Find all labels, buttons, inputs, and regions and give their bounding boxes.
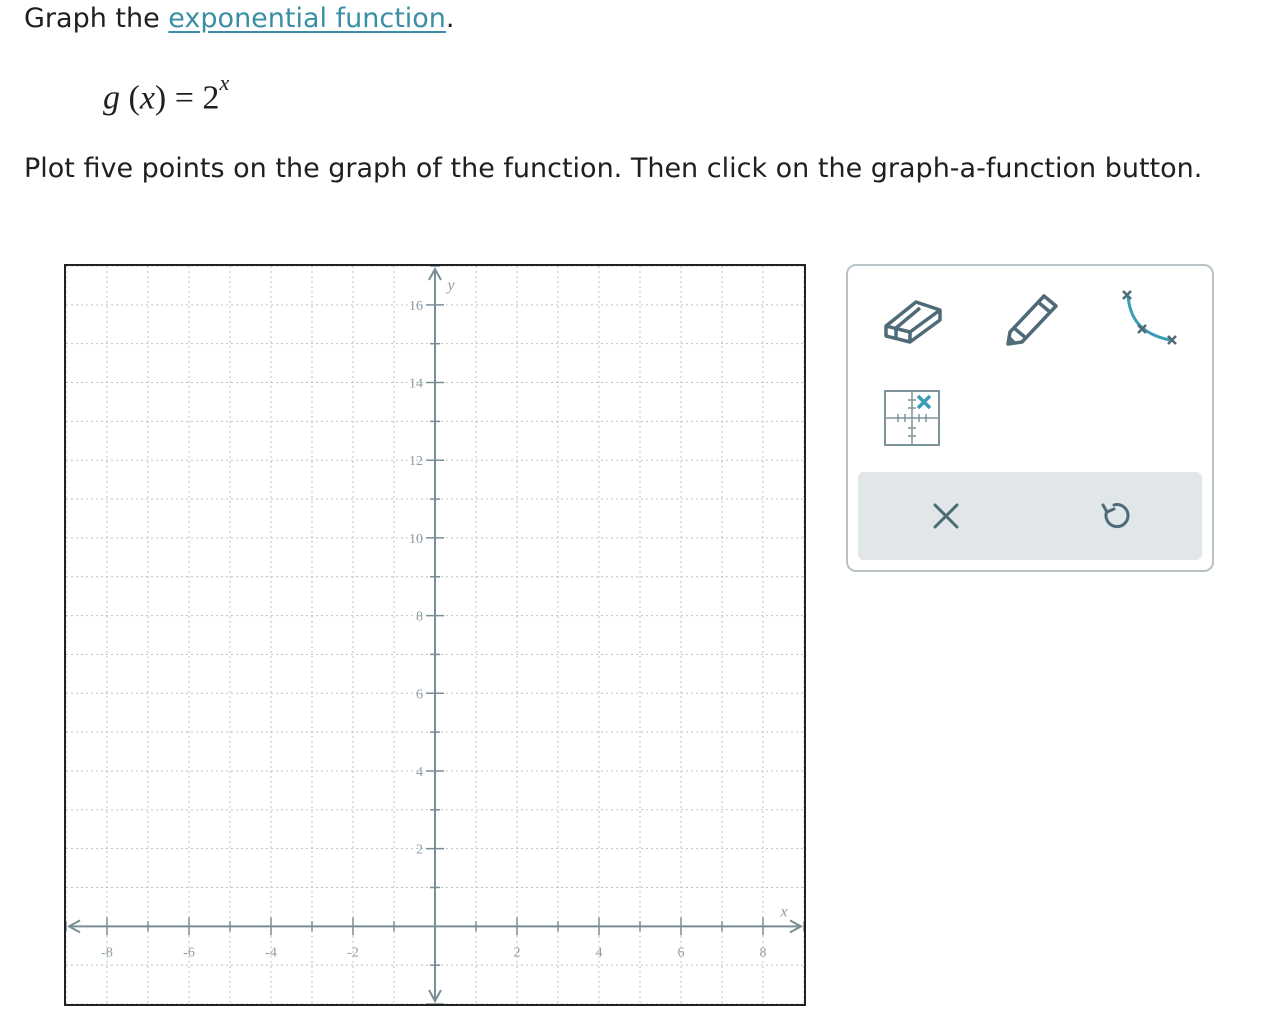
formula-exponent: x <box>219 70 230 95</box>
x-tick-label: -6 <box>183 945 195 960</box>
x-tick-label: -8 <box>101 945 113 960</box>
formula-close-paren: ) <box>154 79 167 117</box>
x-tick-label: 4 <box>596 945 603 960</box>
graph-canvas[interactable]: -8 -6 -4 -2 2 4 6 8 2 4 6 8 10 12 14 16 x y <box>64 264 806 1006</box>
formula-function-name: g <box>103 79 120 117</box>
x-tick-label: 2 <box>514 945 521 960</box>
instruction-text: Plot five points on the graph of the fun… <box>24 153 1203 184</box>
formula-equals-base: = 2 <box>166 79 220 117</box>
prompt-text: Graph the exponential function. <box>24 2 455 36</box>
action-bar <box>858 472 1202 560</box>
undo-icon <box>1101 503 1130 529</box>
clear-icon <box>933 503 959 529</box>
y-tick-label: 10 <box>409 532 423 547</box>
graph-a-function-tool[interactable] <box>1116 288 1180 350</box>
x-tick-label: -2 <box>347 945 359 960</box>
x-axis-label: x <box>779 903 787 920</box>
x-tick-label: 8 <box>760 945 767 960</box>
eraser-icon <box>884 300 942 344</box>
x-tick-label: -4 <box>265 945 277 960</box>
prompt-lead: Graph the <box>24 3 169 34</box>
pencil-icon <box>1006 294 1058 346</box>
y-tick-label: 4 <box>416 765 423 780</box>
function-formula: g (x) = 2x <box>103 70 229 117</box>
undo-button[interactable] <box>1098 500 1130 532</box>
point-grid-tool[interactable] <box>882 388 942 448</box>
graph-toolbox <box>846 264 1214 572</box>
x-tick-label: 6 <box>678 945 685 960</box>
y-tick-label: 16 <box>409 299 423 314</box>
formula-open-paren: ( <box>128 79 140 117</box>
prompt-trail: . <box>445 3 455 34</box>
y-axis-label: y <box>445 277 455 294</box>
coordinate-plane[interactable]: -8 -6 -4 -2 2 4 6 8 2 4 6 8 10 12 14 16 x y <box>66 266 804 1004</box>
formula-variable: x <box>139 79 155 117</box>
y-tick-label: 2 <box>416 843 423 858</box>
graph-a-function-icon <box>1122 290 1177 345</box>
y-tick-label: 12 <box>409 454 423 469</box>
point-grid-icon <box>884 390 940 446</box>
exponential-function-link[interactable]: exponential function <box>168 3 446 34</box>
clear-button[interactable] <box>930 500 962 532</box>
pencil-tool[interactable] <box>1002 288 1062 348</box>
y-tick-label: 8 <box>416 610 423 625</box>
y-tick-label: 14 <box>409 377 423 392</box>
eraser-tool[interactable] <box>882 292 946 344</box>
y-tick-label: 6 <box>416 687 423 702</box>
